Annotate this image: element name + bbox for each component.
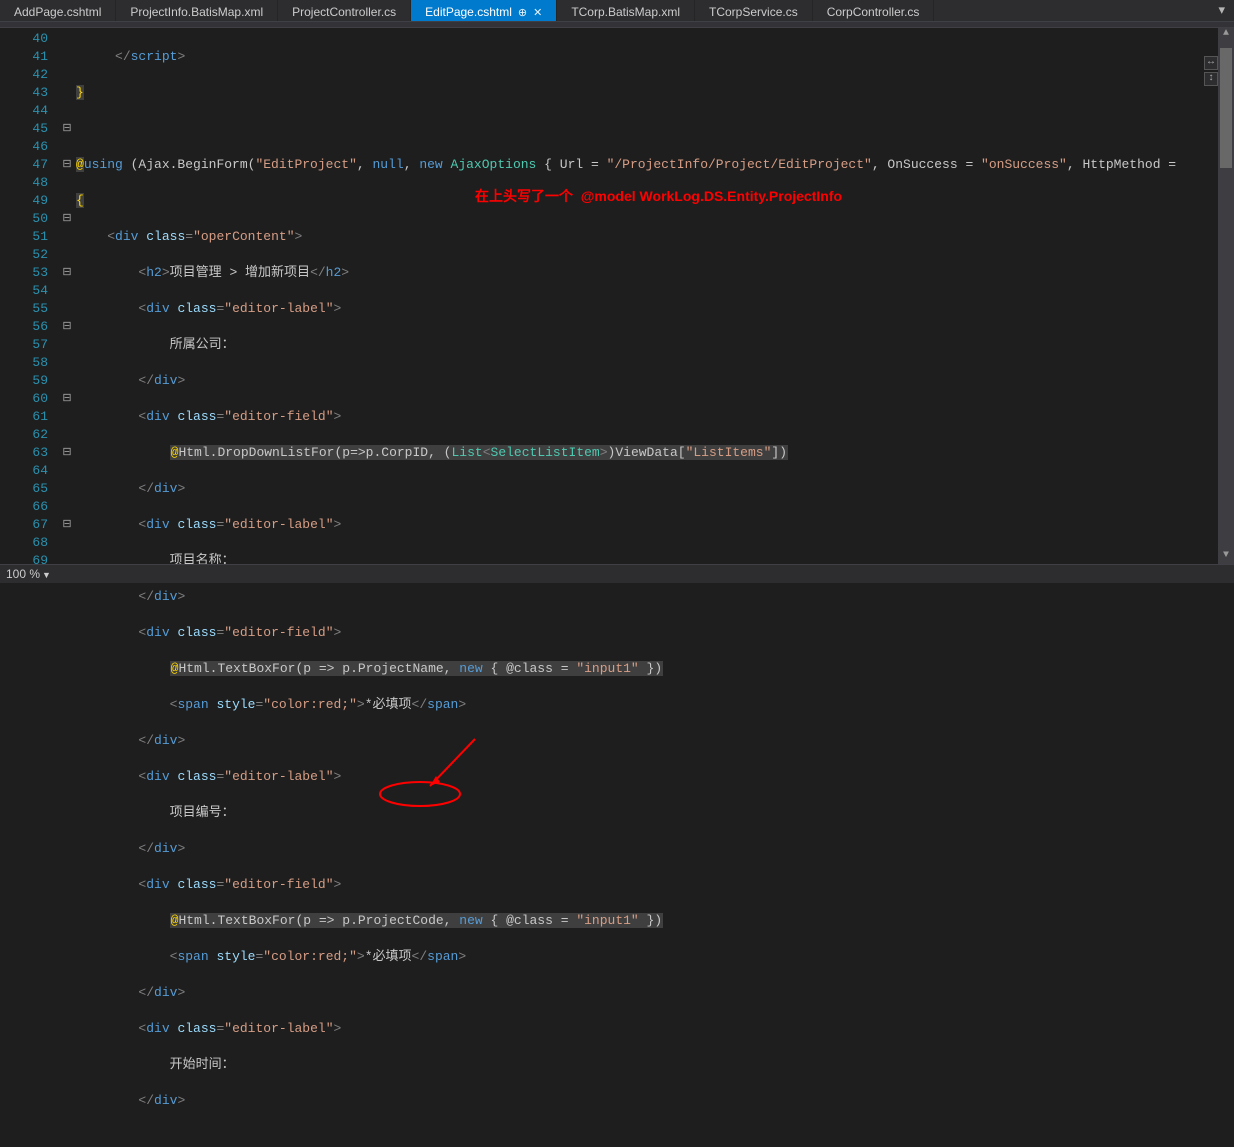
pin-icon[interactable]: ⊕ <box>518 6 527 19</box>
editor-margin-buttons: ↔ ↕ <box>1204 56 1218 86</box>
tab-projectcontroller[interactable]: ProjectController.cs <box>278 0 411 21</box>
status-bar: 100 %▼ <box>0 564 1234 583</box>
zoom-level[interactable]: 100 %▼ <box>6 567 51 581</box>
folding-column[interactable]: ⊟⊟⊟⊟⊟⊟⊟⊟ <box>58 28 76 564</box>
tab-corpcontroller[interactable]: CorpController.cs <box>813 0 935 21</box>
scrollbar-thumb[interactable] <box>1220 48 1232 168</box>
line-number-gutter: 4041424344454647484950515253545556575859… <box>0 28 58 564</box>
code-editor[interactable]: 4041424344454647484950515253545556575859… <box>0 28 1234 564</box>
tab-tcorpservice[interactable]: TCorpService.cs <box>695 0 813 21</box>
tabwell-dropdown-icon[interactable]: ▾ <box>1215 3 1228 18</box>
tab-tcorp-batismap[interactable]: TCorp.BatisMap.xml <box>557 0 695 21</box>
tab-bar: AddPage.cshtml ProjectInfo.BatisMap.xml … <box>0 0 1234 22</box>
tab-projectinfo-batismap[interactable]: ProjectInfo.BatisMap.xml <box>116 0 278 21</box>
scroll-hint-icon[interactable]: ↕ <box>1204 72 1218 86</box>
vertical-scrollbar[interactable]: ▲ ▼ <box>1218 28 1234 564</box>
dropdown-icon[interactable]: ▼ <box>42 570 51 580</box>
scroll-up-icon[interactable]: ▲ <box>1218 28 1234 42</box>
tab-editpage[interactable]: EditPage.cshtml ⊕ ✕ <box>411 0 557 21</box>
split-view-icon[interactable]: ↔ <box>1204 56 1218 70</box>
close-icon[interactable]: ✕ <box>533 6 542 19</box>
scroll-down-icon[interactable]: ▼ <box>1218 550 1234 564</box>
code-area[interactable]: </script> } @using (Ajax.BeginForm("Edit… <box>76 28 1218 564</box>
tab-addpage[interactable]: AddPage.cshtml <box>0 0 116 21</box>
